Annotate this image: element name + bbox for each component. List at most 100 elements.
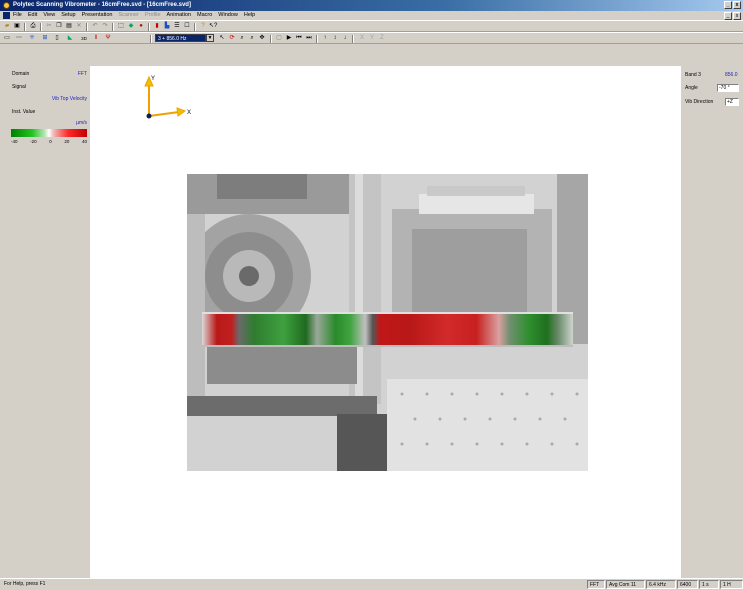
deform-icon[interactable]: ◣ xyxy=(66,35,74,42)
frame-icon[interactable]: ▭ xyxy=(3,35,11,42)
scale-tick: -40 xyxy=(11,139,18,144)
app-icon[interactable] xyxy=(3,2,10,9)
unit-label: µm/s xyxy=(76,120,87,126)
axis-y-label: Y xyxy=(151,76,155,82)
amplitude-up-icon[interactable]: ↑ xyxy=(321,35,329,42)
minimize-button[interactable]: _ xyxy=(724,1,732,9)
menu-item-view[interactable]: View xyxy=(43,11,55,20)
menu-item-window[interactable]: Window xyxy=(218,11,238,20)
record-icon[interactable]: ● xyxy=(137,23,145,30)
axis-y-button[interactable]: Y xyxy=(368,35,376,42)
axis-x-label: X xyxy=(187,110,191,116)
scan-icon[interactable]: ◆ xyxy=(127,23,135,30)
signal-value[interactable]: Vib Top Velocity xyxy=(12,96,87,102)
title-bar: Polytec Scanning Vibrometer - 16cmFree.s… xyxy=(0,0,743,11)
scale-tick: 0 xyxy=(49,139,52,144)
stop-icon[interactable]: ▢ xyxy=(275,35,283,42)
info-icon[interactable]: ? xyxy=(199,23,207,30)
status-bar: For Help, press F1 FFT Avg Com 11 6.4 kH… xyxy=(0,578,743,590)
display-icon[interactable]: ▙ xyxy=(163,23,171,30)
zoom-icon[interactable]: ⌕ xyxy=(238,35,246,42)
step-forward-icon[interactable]: ⏭ xyxy=(305,35,313,42)
status-time: 1 s xyxy=(699,580,719,589)
toolbar-main: ▰ ▣ ⎙ ✂ ❐ ▤ ✕ ↶ ↷ ⬚ ◆ ● ▮ ▙ ☰ ☐ ? ↖? xyxy=(0,20,743,32)
color-scale-bar xyxy=(11,129,87,137)
angle-field[interactable]: -70 ° xyxy=(717,84,739,92)
left-panel: Domain FFT Signal Vib Top Velocity Inst.… xyxy=(9,66,90,578)
peak-icon[interactable]: Ψ xyxy=(104,35,112,42)
beam-scan-result[interactable] xyxy=(202,312,573,347)
menu-item-edit[interactable]: Edit xyxy=(28,11,37,20)
undo-icon[interactable]: ↶ xyxy=(91,23,99,30)
angle-label: Angle xyxy=(685,85,698,91)
window-title: Polytec Scanning Vibrometer - 16cmFree.s… xyxy=(13,2,191,8)
pointer-icon[interactable]: ↖ xyxy=(218,35,226,42)
help-icon[interactable]: ↖? xyxy=(209,23,217,30)
delete-icon[interactable]: ✕ xyxy=(75,23,83,30)
color-scale-ticks: -40 -20 0 20 40 xyxy=(11,139,87,144)
marker-icon[interactable]: ▮ xyxy=(153,23,161,30)
menu-item-scanner[interactable]: Scanner xyxy=(118,11,139,20)
chevron-down-icon[interactable]: ▼ xyxy=(206,34,214,42)
status-avg: Avg Com 11 xyxy=(606,580,645,589)
contour-icon[interactable]: ▯ xyxy=(53,35,61,42)
save-icon[interactable]: ▣ xyxy=(13,23,21,30)
open-icon[interactable]: ▰ xyxy=(3,23,11,30)
coordinate-axes: Y X xyxy=(144,75,191,119)
close-button[interactable]: x xyxy=(733,1,741,9)
rotate-icon[interactable]: ⟳ xyxy=(228,35,236,42)
grid-icon[interactable]: ⁜ xyxy=(28,35,36,42)
mesh-icon[interactable]: ⊞ xyxy=(41,35,49,42)
domain-label: Domain xyxy=(12,71,30,77)
window-icon[interactable]: ☐ xyxy=(183,23,191,30)
menu-item-setup[interactable]: Setup xyxy=(61,11,75,20)
frequency-select[interactable]: 3 + 856.0 Hz xyxy=(155,34,206,42)
menu-item-macro[interactable]: Macro xyxy=(197,11,212,20)
mdi-close-button[interactable]: x xyxy=(733,12,741,20)
cut-icon[interactable]: ✂ xyxy=(45,23,53,30)
menu-item-animation[interactable]: Animation xyxy=(167,11,191,20)
status-lines: 6400 xyxy=(677,580,698,589)
status-extra: 1 H xyxy=(720,580,743,589)
step-back-icon[interactable]: ⏮ xyxy=(295,35,303,42)
points-icon[interactable]: ⋯ xyxy=(15,35,23,42)
zoom-out-icon[interactable]: ⌕ xyxy=(248,35,256,42)
band-value: 856.0 xyxy=(725,72,738,78)
play-icon[interactable]: ▶ xyxy=(285,35,293,42)
right-panel: Band 3 856.0 Angle -70 ° Vib Direction +… xyxy=(681,66,743,578)
document-icon[interactable] xyxy=(3,12,10,19)
toolbar-view: ▭ ⋯ ⁜ ⊞ ▯ ◣ 3D ‖ Ψ 3 + 856.0 Hz ▼ ↖ ⟳ ⌕ … xyxy=(0,32,743,44)
pan-icon[interactable]: ✥ xyxy=(258,35,266,42)
view-3d-button[interactable]: 3D xyxy=(80,35,88,42)
paste-icon[interactable]: ▤ xyxy=(65,23,73,30)
menu-item-help[interactable]: Help xyxy=(244,11,255,20)
menu-items: File Edit View Setup Presentation Scanner Prof… xyxy=(13,11,255,20)
copy-icon[interactable]: ❐ xyxy=(55,23,63,30)
axis-x-button[interactable]: X xyxy=(358,35,366,42)
axis-z-button[interactable]: Z xyxy=(378,35,386,42)
print-icon[interactable]: ⎙ xyxy=(29,23,37,30)
table-icon[interactable]: ☰ xyxy=(173,23,181,30)
menu-item-file[interactable]: File xyxy=(13,11,22,20)
redo-icon[interactable]: ↷ xyxy=(101,23,109,30)
status-help-text: For Help, press F1 xyxy=(4,581,46,587)
bands-icon[interactable]: ‖ xyxy=(92,35,100,42)
menu-item-presentation[interactable]: Presentation xyxy=(82,11,113,20)
scale-tick: 40 xyxy=(81,139,87,144)
select-icon[interactable]: ⬚ xyxy=(117,23,125,30)
domain-value[interactable]: FFT xyxy=(78,71,87,77)
vib-direction-select[interactable]: +Z xyxy=(725,98,739,106)
status-bandwidth: 6.4 kHz xyxy=(646,580,676,589)
menu-bar: File Edit View Setup Presentation Scanner Prof… xyxy=(0,11,743,20)
vib-direction-label: Vib Direction xyxy=(685,99,714,105)
scale-tick: 20 xyxy=(64,139,70,144)
amplitude-down-icon[interactable]: ↓ xyxy=(341,35,349,42)
band-label: Band 3 xyxy=(685,72,701,78)
mdi-minimize-button[interactable]: _ xyxy=(724,12,732,20)
value-label: Inst. Value xyxy=(12,109,36,115)
signal-label: Signal xyxy=(12,84,26,90)
scale-tick: -20 xyxy=(30,139,37,144)
amplitude-both-icon[interactable]: ↕ xyxy=(331,35,339,42)
status-mode: FFT xyxy=(587,580,605,589)
menu-item-profile[interactable]: Profile xyxy=(145,11,161,20)
